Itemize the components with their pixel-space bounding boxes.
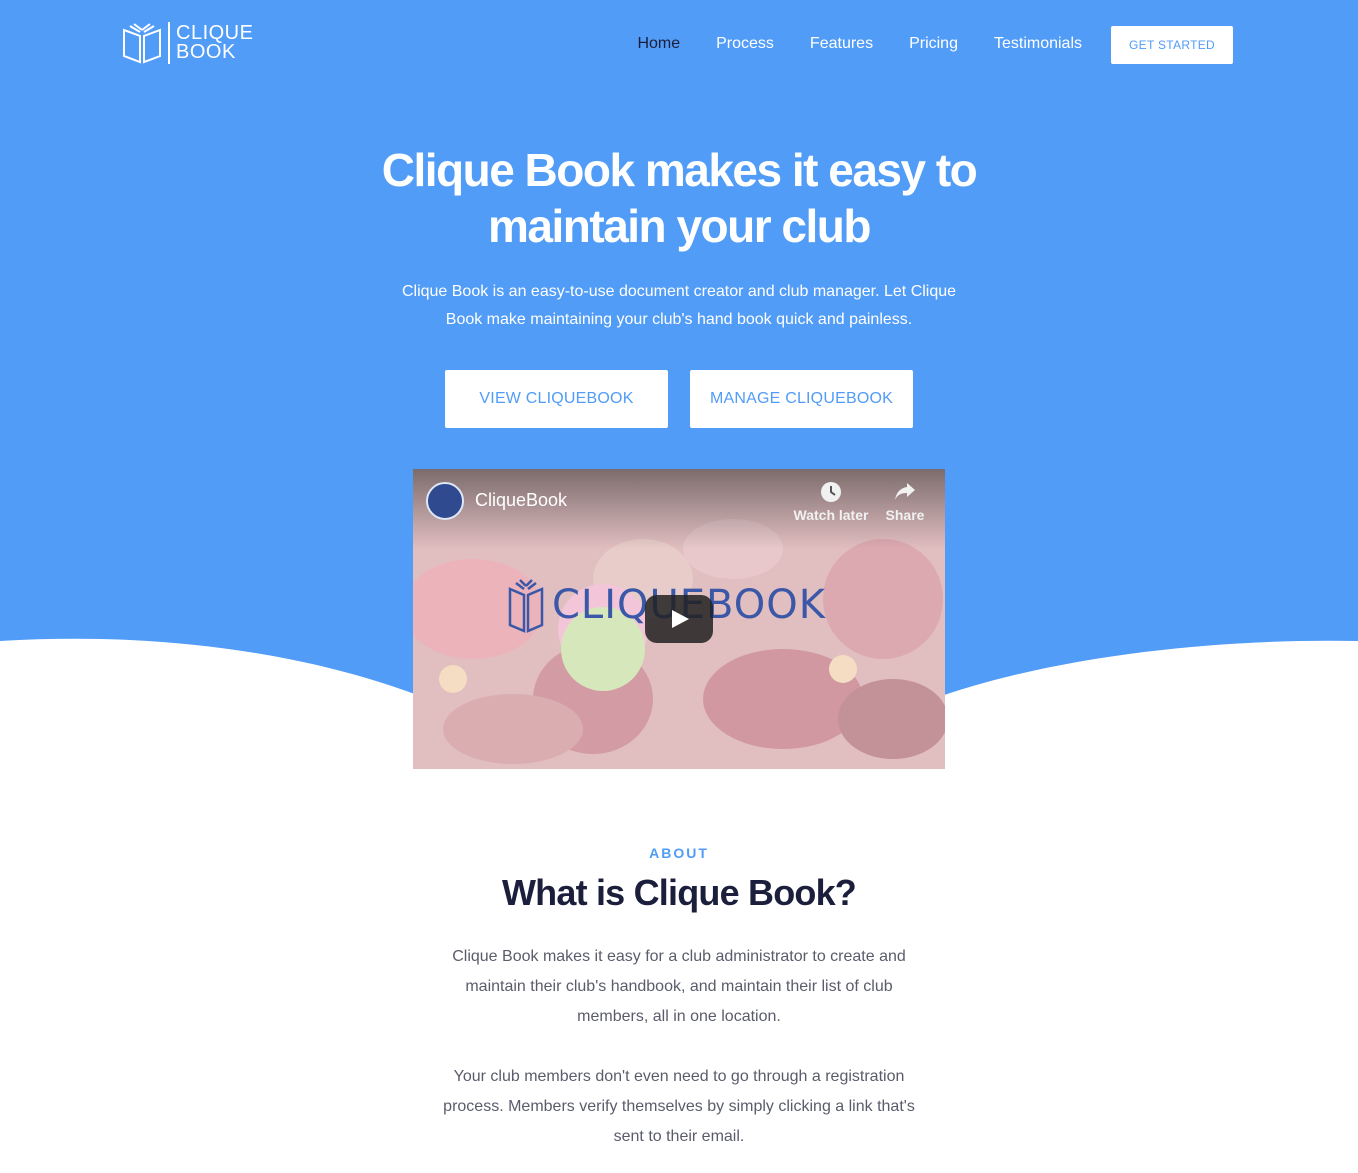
main-nav: Home Process Features Pricing Testimonia… <box>637 34 1082 54</box>
nav-testimonials[interactable]: Testimonials <box>994 34 1082 54</box>
share-arrow-icon <box>895 483 915 500</box>
about-eyebrow: ABOUT <box>649 845 709 861</box>
hero-title: Clique Book makes it easy to maintain yo… <box>381 144 978 252</box>
video-embed[interactable]: CliqueBook Watch later Share CLIQUEBOOK <box>413 469 945 769</box>
brand-logo[interactable]: CLIQUE BOOK <box>122 22 253 64</box>
book-icon <box>123 23 161 64</box>
play-button[interactable] <box>645 595 713 643</box>
nav-features[interactable]: Features <box>810 34 873 54</box>
nav-home[interactable]: Home <box>637 34 680 54</box>
about-paragraph-2: Your club members don't even need to go … <box>443 1068 915 1145</box>
share-button[interactable]: Share <box>865 481 945 523</box>
logo-divider <box>168 22 170 64</box>
watch-later-label: Watch later <box>793 507 869 523</box>
share-label: Share <box>885 507 925 523</box>
about-title: What is Clique Book? <box>501 872 857 913</box>
about-paragraph-1: Clique Book makes it easy for a club adm… <box>452 948 906 1025</box>
book-icon <box>508 579 544 633</box>
clock-icon <box>821 482 841 502</box>
brand-wordmark: CLIQUE BOOK <box>176 23 253 63</box>
nav-pricing[interactable]: Pricing <box>909 34 958 54</box>
nav-process[interactable]: Process <box>716 34 774 54</box>
channel-avatar[interactable] <box>426 482 464 520</box>
hero-subtitle: Clique Book is an easy-to-use document c… <box>401 283 957 328</box>
manage-cliquebook-button[interactable]: MANAGE CLIQUEBOOK <box>690 370 913 428</box>
get-started-button[interactable]: GET STARTED <box>1111 26 1233 64</box>
view-cliquebook-button[interactable]: VIEW CLIQUEBOOK <box>445 370 668 428</box>
watch-later-button[interactable]: Watch later <box>791 481 871 523</box>
video-channel-name[interactable]: CliqueBook <box>475 490 567 511</box>
brand-line-2: BOOK <box>176 41 236 63</box>
